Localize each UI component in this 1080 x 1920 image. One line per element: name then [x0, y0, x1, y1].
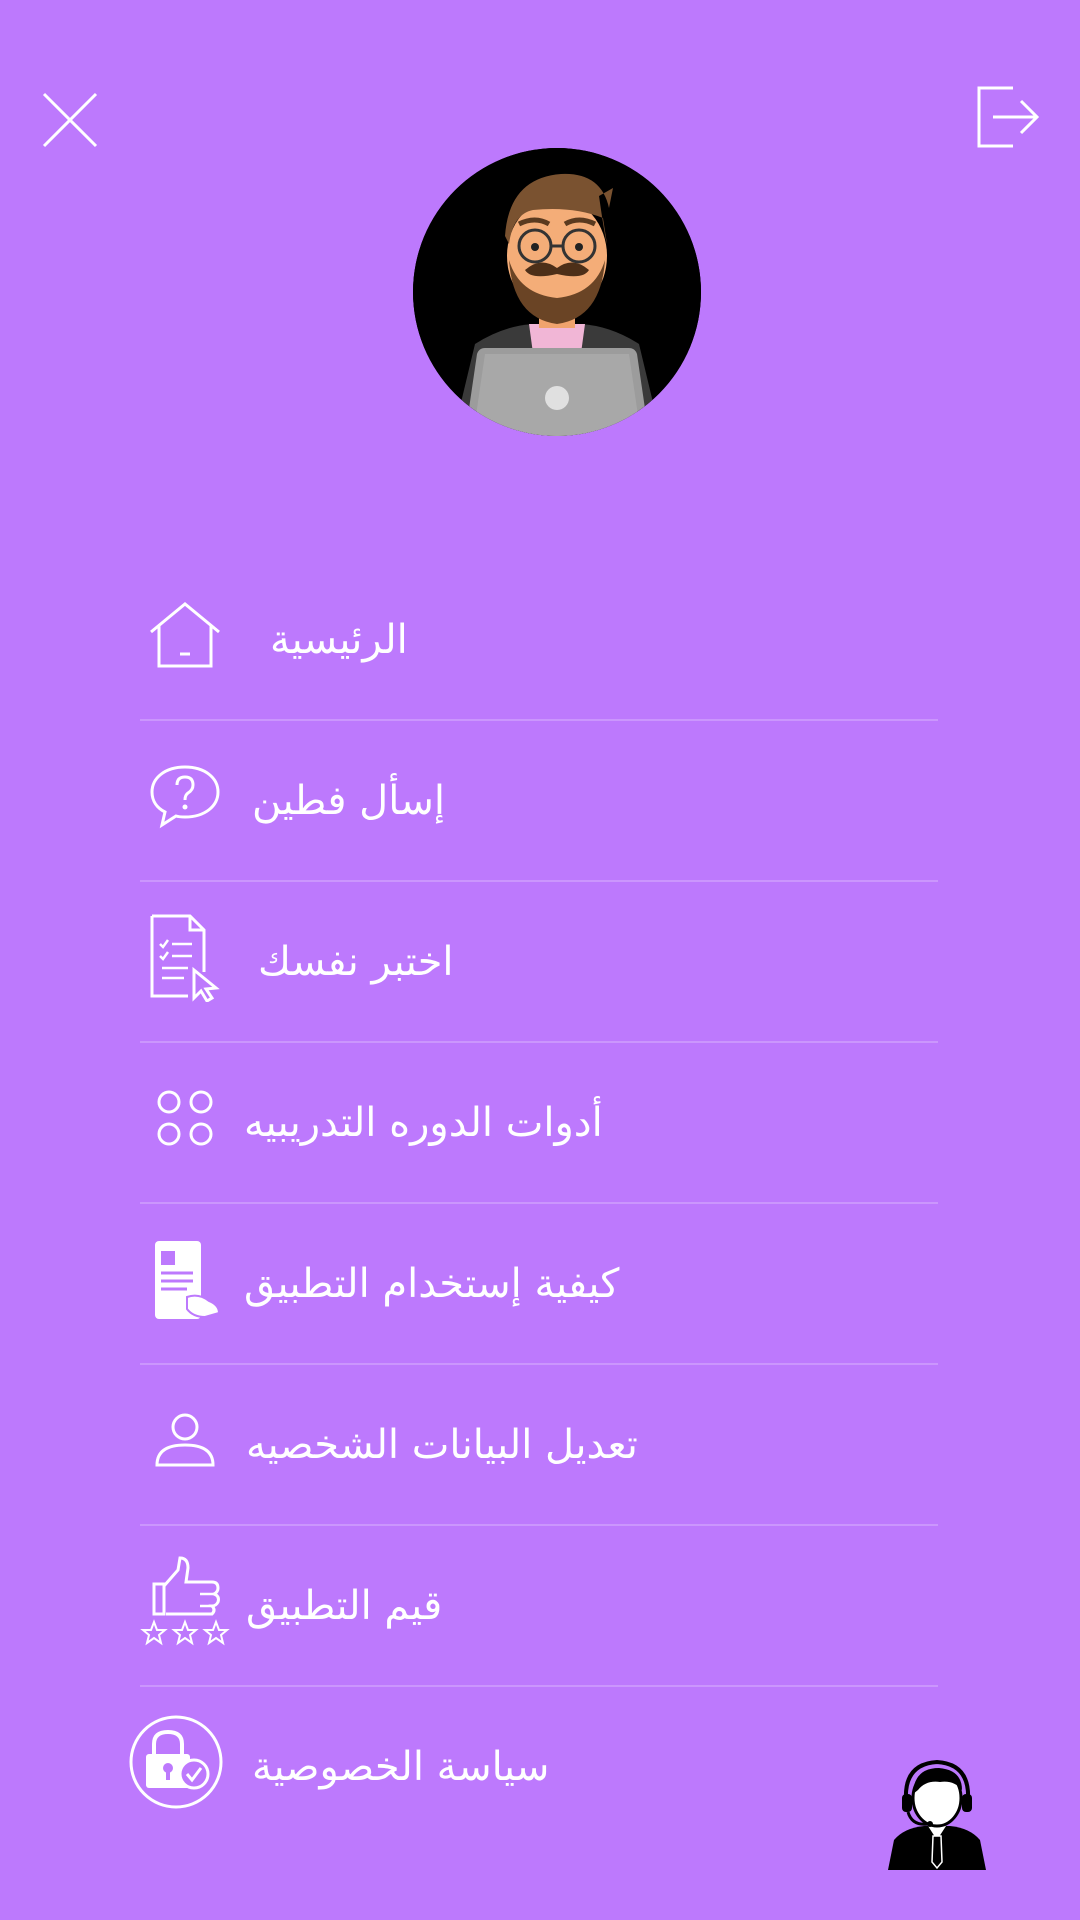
privacy-lock-icon	[128, 1707, 224, 1817]
circles-grid-icon	[140, 1063, 230, 1173]
menu-item-label: تعديل البيانات الشخصيه	[246, 1422, 638, 1468]
customer-support-icon	[888, 1759, 986, 1870]
avatar	[413, 148, 701, 436]
logout-button[interactable]	[975, 84, 1041, 150]
menu-item-label: كيفية إستخدام التطبيق	[244, 1261, 620, 1307]
thumbs-up-stars-icon	[140, 1546, 230, 1656]
menu-item-label: قيم التطبيق	[246, 1583, 443, 1629]
menu-item-label: أدوات الدوره التدريبيه	[244, 1100, 603, 1146]
menu-item-privacy-policy[interactable]: سياسة الخصوصية	[129, 1687, 938, 1848]
menu-item-how-to-use[interactable]: كيفية إستخدام التطبيق	[140, 1204, 938, 1365]
close-icon	[42, 92, 98, 148]
logout-icon	[977, 86, 1040, 148]
menu-item-label: سياسة الخصوصية	[252, 1744, 550, 1790]
quiz-document-icon	[140, 902, 230, 1012]
user-icon	[140, 1385, 230, 1495]
menu-item-rate-app[interactable]: قيم التطبيق	[140, 1526, 938, 1687]
menu-item-course-tools[interactable]: أدوات الدوره التدريبيه	[140, 1043, 938, 1204]
close-button[interactable]	[38, 88, 102, 152]
menu-item-label: الرئيسية	[270, 617, 408, 663]
menu-item-test-yourself[interactable]: اختبر نفسك	[140, 882, 938, 1043]
home-icon	[140, 580, 230, 690]
user-avatar-icon	[413, 148, 701, 436]
side-menu: الرئيسية إسأل فطين اختبر نفسك أدوات الدو…	[129, 560, 938, 1848]
menu-item-label: إسأل فطين	[252, 778, 446, 824]
menu-item-ask-fatin[interactable]: إسأل فطين	[140, 721, 938, 882]
question-chat-icon	[140, 741, 230, 851]
menu-item-home[interactable]: الرئيسية	[140, 560, 938, 721]
menu-item-label: اختبر نفسك	[258, 939, 454, 985]
phone-guide-icon	[140, 1224, 230, 1334]
customer-support-button[interactable]	[884, 1758, 990, 1870]
menu-item-edit-profile[interactable]: تعديل البيانات الشخصيه	[140, 1365, 938, 1526]
